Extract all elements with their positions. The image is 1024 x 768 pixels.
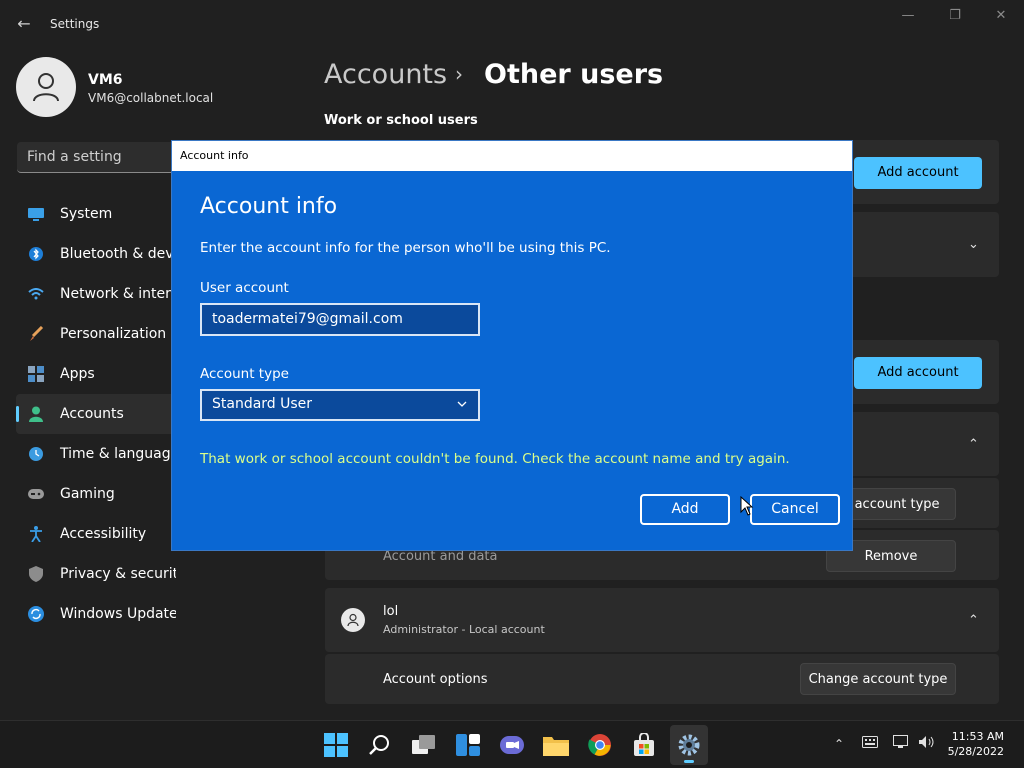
sidebar-nav: System Bluetooth & devices Network & int…	[16, 194, 176, 634]
system-clock[interactable]: 11:53 AM 5/28/2022	[948, 729, 1004, 759]
cancel-button[interactable]: Cancel	[750, 494, 840, 525]
gamepad-icon	[28, 486, 44, 502]
brush-icon	[28, 326, 44, 342]
account-options-label: Account options	[383, 672, 488, 687]
maximize-button[interactable]: ❐	[940, 8, 970, 28]
sidebar-item-windows-update[interactable]: Windows Update	[16, 594, 176, 634]
volume-icon[interactable]	[918, 735, 936, 752]
sidebar-item-label: Network & internet	[60, 286, 176, 302]
sidebar-item-gaming[interactable]: Gaming	[16, 474, 176, 514]
minimize-button[interactable]: —	[893, 8, 923, 28]
chevron-up-icon[interactable]: ⌃	[968, 437, 979, 452]
sidebar-item-label: Accounts	[60, 406, 124, 422]
chevron-up-icon[interactable]: ⌃	[968, 613, 979, 628]
avatar	[341, 608, 365, 632]
accessibility-icon	[28, 526, 44, 542]
sidebar-item-label: Privacy & security	[60, 566, 176, 582]
add-account-button-2[interactable]: Add account	[854, 357, 982, 389]
user-name: VM6	[88, 72, 123, 88]
sidebar-item-label: Time & language	[60, 446, 176, 462]
network-icon[interactable]	[893, 735, 911, 752]
sidebar-item-label: Accessibility	[60, 526, 147, 542]
breadcrumb-parent[interactable]: Accounts	[324, 59, 447, 90]
sidebar-item-label: Apps	[60, 366, 95, 382]
shield-icon	[28, 566, 44, 582]
sidebar-item-label: Windows Update	[60, 606, 176, 622]
search-icon[interactable]	[366, 731, 394, 759]
change-account-type-button-2[interactable]: Change account type	[800, 663, 956, 695]
chevron-right-icon: ›	[455, 62, 463, 86]
sidebar-item-privacy[interactable]: Privacy & security	[16, 554, 176, 594]
chevron-down-icon[interactable]: ⌄	[968, 237, 979, 252]
sidebar-item-personalization[interactable]: Personalization	[16, 314, 176, 354]
back-arrow-icon[interactable]: ←	[12, 12, 36, 36]
task-view-icon[interactable]	[410, 731, 438, 759]
sidebar-item-network[interactable]: Network & internet	[16, 274, 176, 314]
bluetooth-icon	[28, 246, 44, 262]
dialog-window-title: Account info	[180, 149, 249, 162]
file-explorer-icon[interactable]	[542, 731, 570, 759]
user-subtitle: Administrator - Local account	[383, 623, 545, 636]
sidebar-item-apps[interactable]: Apps	[16, 354, 176, 394]
user-avatar[interactable]	[16, 57, 76, 117]
user-account-input[interactable]: toadermatei79@gmail.com	[200, 303, 480, 336]
sidebar-item-bluetooth[interactable]: Bluetooth & devices	[16, 234, 176, 274]
user-email: VM6@collabnet.local	[88, 91, 214, 105]
chrome-icon[interactable]	[586, 731, 614, 759]
page-title: Other users	[484, 59, 664, 90]
sidebar-item-label: Gaming	[60, 486, 115, 502]
monitor-icon	[28, 206, 44, 222]
sidebar-item-accessibility[interactable]: Accessibility	[16, 514, 176, 554]
section-title-work-school: Work or school users	[324, 113, 478, 128]
account-type-select[interactable]: Standard User	[200, 389, 480, 421]
sidebar-item-label: Bluetooth & devices	[60, 246, 176, 262]
wifi-icon	[28, 286, 44, 302]
title-bar: ← Settings — ❐ ✕	[0, 0, 1024, 48]
globe-clock-icon	[28, 446, 44, 462]
sidebar-item-accounts[interactable]: Accounts	[16, 394, 176, 434]
update-icon	[28, 606, 44, 622]
close-button[interactable]: ✕	[986, 8, 1016, 28]
person-icon	[28, 406, 44, 422]
clock-date: 5/28/2022	[947, 745, 1004, 758]
add-account-button[interactable]: Add account	[854, 157, 982, 189]
clock-time: 11:53 AM	[951, 730, 1004, 743]
app-title: Settings	[50, 17, 100, 31]
user-account-label: User account	[200, 280, 289, 296]
person-icon	[33, 73, 59, 102]
apps-icon	[28, 366, 44, 382]
user-name-lol: lol	[383, 604, 399, 619]
dialog-description: Enter the account info for the person wh…	[200, 240, 611, 256]
error-message: That work or school account couldn't be …	[200, 451, 790, 467]
dialog-title-bar[interactable]: Account info	[172, 141, 852, 171]
person-icon	[347, 613, 359, 627]
add-button[interactable]: Add	[640, 494, 730, 525]
account-type-label: Account type	[200, 366, 289, 382]
account-and-data-label: Account and data	[383, 549, 498, 564]
mouse-cursor-icon	[740, 496, 754, 516]
windows-start-icon[interactable]	[322, 731, 350, 759]
sidebar-item-label: Personalization	[60, 326, 167, 342]
widgets-icon[interactable]	[454, 731, 482, 759]
account-type-value: Standard User	[212, 396, 313, 412]
sidebar-item-label: System	[60, 206, 113, 222]
search-placeholder: Find a setting	[27, 149, 122, 165]
dialog-heading: Account info	[200, 194, 338, 219]
account-info-dialog: Account info Account info Enter the acco…	[171, 140, 853, 551]
taskbar: ⌃ 11:53 AM 5/28/2022	[0, 720, 1024, 768]
chat-icon[interactable]	[498, 731, 526, 759]
search-input[interactable]: Find a setting	[17, 142, 177, 173]
sidebar-item-time-language[interactable]: Time & language	[16, 434, 176, 474]
chevron-down-icon	[457, 401, 467, 407]
keyboard-icon[interactable]	[862, 736, 878, 751]
user-card-lol[interactable]	[325, 588, 999, 652]
chevron-up-icon[interactable]: ⌃	[834, 737, 844, 751]
store-icon[interactable]	[630, 731, 658, 759]
settings-icon[interactable]	[670, 725, 708, 765]
sidebar-item-system[interactable]: System	[16, 194, 176, 234]
